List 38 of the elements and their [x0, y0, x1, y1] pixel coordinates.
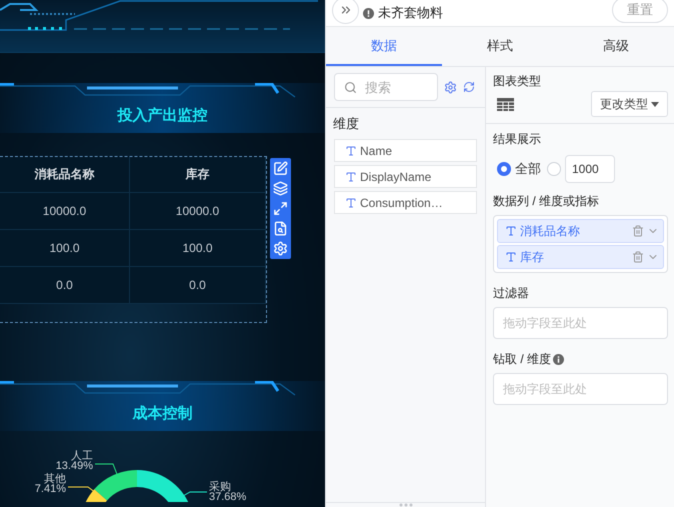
panel-title: 未齐套物料: [378, 4, 444, 22]
section-label: 结果展示: [493, 131, 542, 148]
table-header-cell: 库存: [130, 157, 266, 193]
tab[interactable]: 样式: [442, 27, 558, 66]
radio-label: 全部: [515, 160, 541, 178]
tab[interactable]: 高级: [558, 27, 674, 66]
slice-label: 其他: [44, 473, 66, 485]
slice-label: 人工: [71, 450, 93, 462]
slice-percent: 13.49%: [56, 460, 93, 472]
table-cell: 100.0: [0, 230, 130, 267]
slice-percent: 7.41%: [34, 483, 66, 495]
table-cell: 10000.0: [130, 193, 266, 230]
drill-drop-field[interactable]: 拖动字段至此处: [493, 373, 668, 405]
column-chip[interactable]: 消耗品名称: [497, 219, 664, 243]
column-chip[interactable]: 库存: [497, 245, 664, 269]
change-type-dropdown[interactable]: 更改类型: [591, 91, 668, 117]
table-cell: 0.0: [130, 267, 266, 304]
field-item[interactable]: Name: [334, 139, 477, 162]
table-cell: 100.0: [130, 230, 266, 267]
section-label: 钻取 / 维度: [493, 351, 552, 368]
table-cell: 10000.0: [0, 193, 130, 230]
section-label: 图表类型: [493, 73, 542, 90]
section-label: 过滤器: [493, 285, 530, 302]
table-header-cell: 消耗品名称: [0, 157, 130, 193]
field-item[interactable]: Consumption…: [334, 191, 477, 214]
panel-title: 成本控制: [132, 404, 192, 423]
slice-label: 采购: [209, 481, 231, 493]
table-cell: 0.0: [0, 267, 130, 304]
row-limit-input[interactable]: 1000: [565, 155, 615, 183]
panel-title: 投入产出监控: [118, 106, 208, 125]
section-label: 数据列 / 维度或指标: [493, 193, 600, 210]
tab[interactable]: 数据: [326, 27, 442, 66]
field-item[interactable]: DisplayName: [334, 165, 477, 188]
section-title: 维度: [332, 115, 360, 133]
filter-drop-field[interactable]: 拖动字段至此处: [493, 307, 668, 339]
search-input[interactable]: 搜索: [363, 78, 423, 96]
slice-percent: 37.68%: [209, 491, 246, 502]
search-field[interactable]: 搜索: [334, 73, 438, 101]
